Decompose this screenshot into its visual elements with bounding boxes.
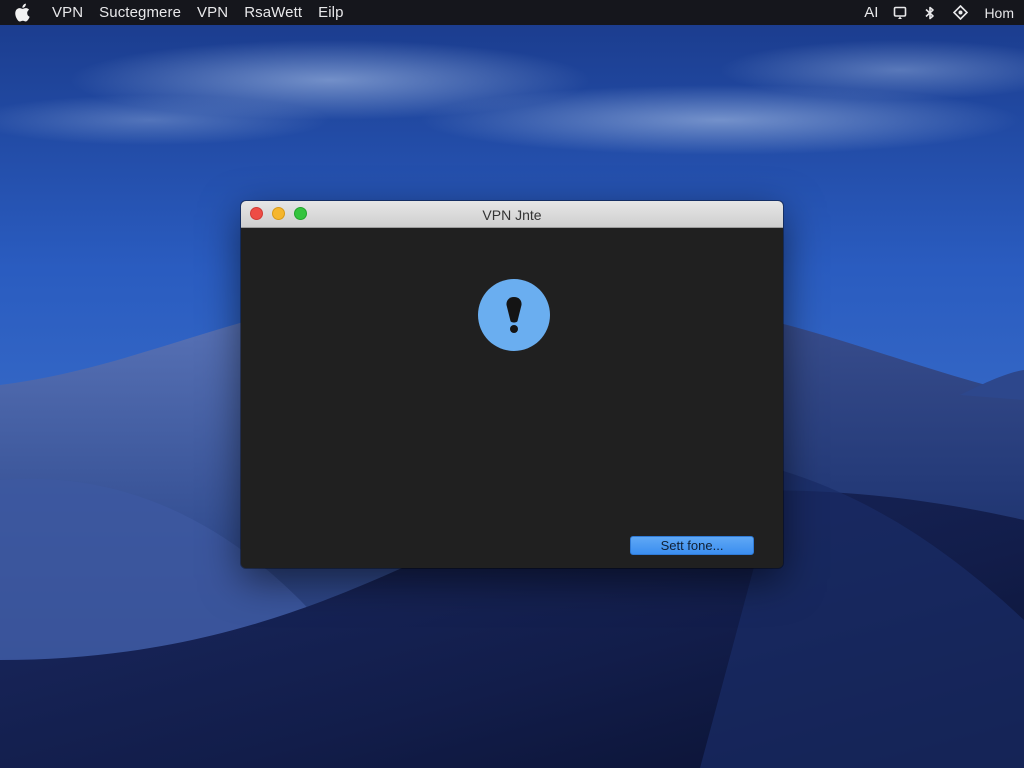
menu-bar: VPN Suctegmere VPN RsaWett Eilp AI Hom (0, 0, 1024, 25)
exclamation-icon (478, 279, 550, 351)
bluetooth-icon[interactable] (922, 5, 938, 21)
clock[interactable]: Hom (984, 5, 1014, 21)
desktop: VPN Suctegmere VPN RsaWett Eilp AI Hom V… (0, 0, 1024, 768)
ai-status-item[interactable]: AI (864, 4, 878, 21)
menu-bar-left: VPN Suctegmere VPN RsaWett Eilp (14, 3, 360, 23)
apple-icon[interactable] (14, 3, 40, 23)
display-icon[interactable] (892, 5, 908, 21)
menu-item-eilp[interactable]: Eilp (318, 4, 343, 21)
window-title-bar[interactable]: VPN Jnte (241, 201, 783, 228)
vpn-window: VPN Jnte Sett fone... (241, 201, 783, 568)
settings-icon[interactable] (952, 5, 968, 21)
action-button[interactable]: Sett fone... (630, 536, 754, 555)
menu-bar-status: AI Hom (864, 4, 1014, 21)
menu-item-suctegmere[interactable]: Suctegmere (99, 4, 181, 21)
window-title: VPN Jnte (482, 207, 542, 223)
menu-item-rsawett[interactable]: RsaWett (244, 4, 302, 21)
window-content: Sett fone... (241, 228, 783, 568)
menu-item-vpn-2[interactable]: VPN (197, 4, 228, 21)
menu-item-vpn[interactable]: VPN (52, 4, 83, 21)
